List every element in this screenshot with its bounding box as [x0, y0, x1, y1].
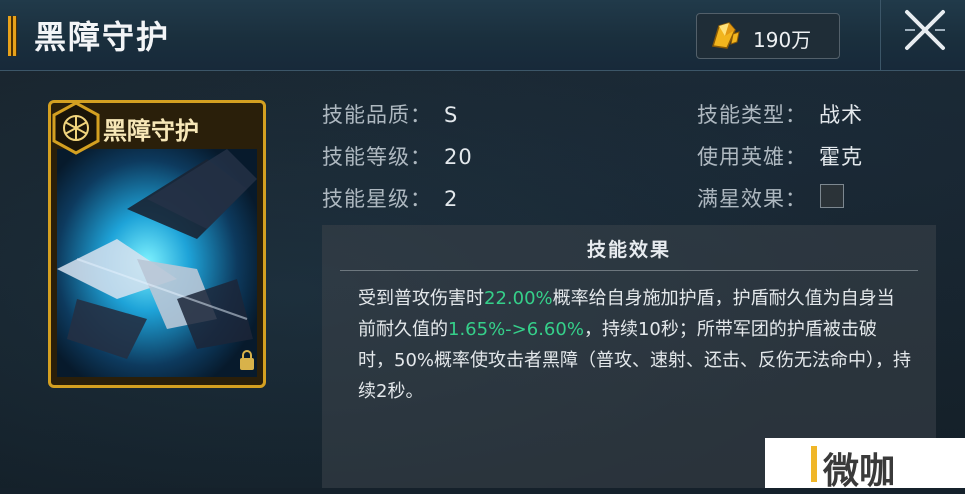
- info-level: 技能等级： 20: [322, 141, 473, 171]
- skill-art-image: [57, 149, 257, 381]
- quality-label: 技能品质：: [322, 103, 432, 127]
- info-hero: 使用英雄： 霍克: [697, 141, 863, 171]
- info-type: 技能类型： 战术: [697, 99, 863, 129]
- skill-card: 黑障守护: [48, 100, 266, 388]
- currency-amount: 190万: [753, 28, 812, 52]
- header-bar: 黑障守护 190万: [0, 0, 965, 71]
- effect-title: 技能效果: [586, 239, 671, 261]
- effect-text-1: 受到普攻伤害时: [358, 288, 484, 309]
- hero-value: 霍克: [819, 145, 863, 169]
- close-icon[interactable]: [901, 6, 949, 58]
- lock-icon: [239, 349, 255, 375]
- info-quality: 技能品质： S: [322, 99, 458, 129]
- card-skill-name: 黑障守护: [103, 116, 199, 145]
- close-area: [880, 0, 965, 70]
- hero-label: 使用英雄：: [697, 145, 807, 169]
- level-value: 20: [444, 145, 473, 169]
- page-title: 黑障守护: [34, 18, 171, 56]
- fullstar-label: 满星效果：: [697, 187, 807, 211]
- gold-crystal-icon: [705, 20, 745, 56]
- level-label: 技能等级：: [322, 145, 432, 169]
- star-value: 2: [444, 187, 459, 211]
- watermark-text: 微咖: [823, 451, 896, 492]
- effect-chance: 22.00%: [484, 288, 553, 309]
- info-star: 技能星级： 2: [322, 183, 458, 213]
- info-fullstar: 满星效果：: [697, 183, 807, 213]
- currency-display[interactable]: 190万: [696, 13, 840, 59]
- hexagon-emblem-icon: [51, 103, 103, 159]
- watermark-bar: [811, 446, 817, 482]
- star-label: 技能星级：: [322, 187, 432, 211]
- effect-description: 受到普攻伤害时22.00%概率给自身施加护盾，护盾耐久值为自身当前耐久值的1.6…: [358, 283, 912, 407]
- header-accent-stripe: [8, 16, 17, 56]
- effect-shield-range: 1.65%->6.60%: [448, 319, 584, 340]
- type-label: 技能类型：: [697, 103, 807, 127]
- watermark-logo: 微咖: [765, 438, 965, 492]
- quality-value: S: [444, 103, 459, 127]
- effect-divider: [340, 270, 918, 271]
- fullstar-checkbox[interactable]: [820, 184, 844, 208]
- type-value: 战术: [819, 103, 863, 127]
